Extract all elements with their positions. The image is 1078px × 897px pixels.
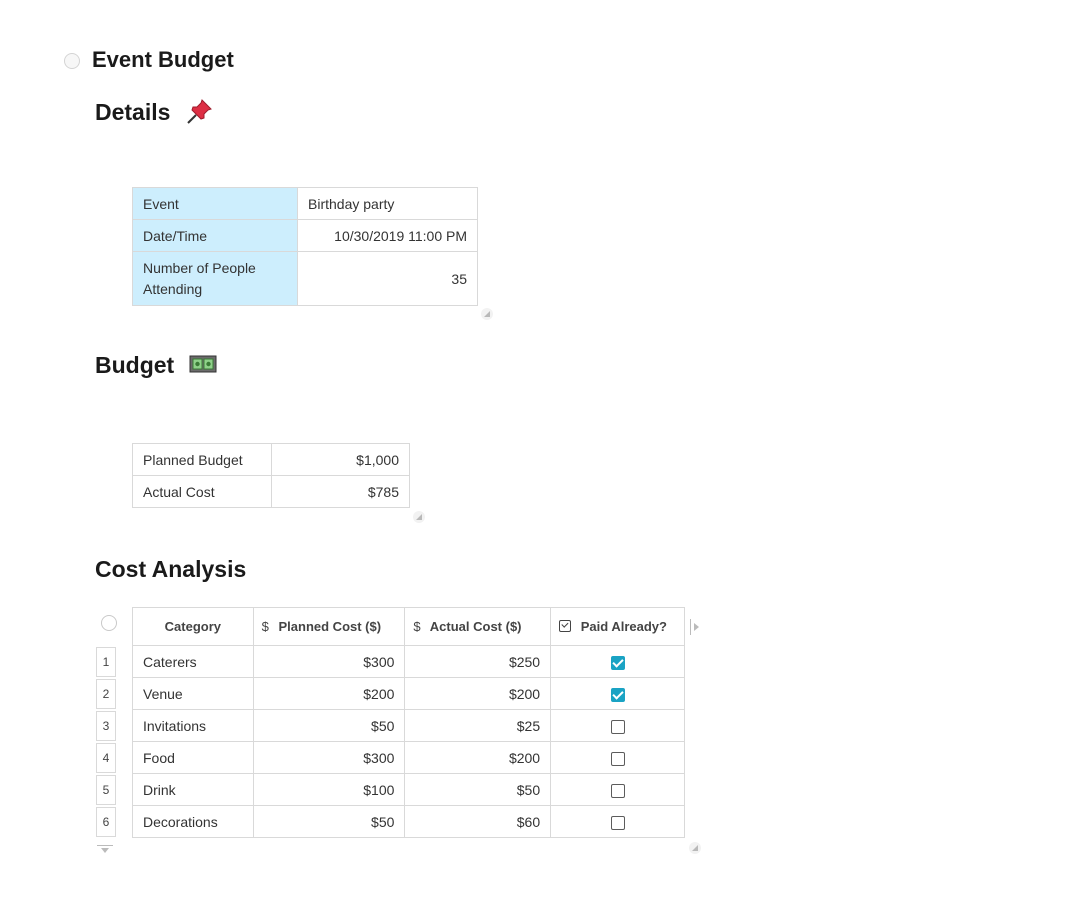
category-cell[interactable]: Decorations [132, 805, 254, 838]
budget-heading-text: Budget [95, 352, 175, 378]
table-header-row: Category $ Planned Cost ($) $ Actual Cos… [132, 607, 685, 646]
category-cell[interactable]: Venue [132, 677, 254, 710]
paid-cell [550, 709, 685, 742]
table-row: Food $300 $200 [132, 741, 685, 774]
table-select-circle[interactable] [101, 615, 117, 631]
details-label[interactable]: Number of People Attending [132, 251, 298, 306]
add-row-handle[interactable] [97, 845, 113, 857]
actual-cost-cell[interactable]: $200 [404, 677, 552, 710]
table-row: Drink $100 $50 [132, 773, 685, 806]
column-header-category[interactable]: Category [132, 607, 254, 646]
paid-checkbox-unchecked[interactable] [610, 719, 625, 734]
details-row: Date/Time 10/30/2019 11:00 PM [132, 219, 478, 252]
budget-resize-handle[interactable] [413, 511, 425, 523]
page-title: Event Budget [92, 47, 234, 72]
details-heading: Details [95, 96, 215, 132]
table-row: Decorations $50 $60 [132, 805, 685, 838]
column-header-actual[interactable]: $ Actual Cost ($) [404, 607, 552, 646]
checkbox-column-icon [559, 620, 572, 632]
row-number[interactable]: 2 [96, 679, 116, 709]
budget-label[interactable]: Actual Cost [132, 475, 272, 508]
budget-row: Planned Budget $1,000 [132, 443, 410, 476]
details-table: Event Birthday party Date/Time 10/30/2019 1… [132, 187, 478, 306]
actual-cost-cell[interactable]: $250 [404, 645, 552, 678]
row-number[interactable]: 4 [96, 743, 116, 773]
details-row: Event Birthday party [132, 187, 478, 220]
row-number[interactable]: 5 [96, 775, 116, 805]
column-header-paid[interactable]: Paid Already? [550, 607, 685, 646]
column-header-planned-label: Planned Cost ($) [278, 619, 382, 634]
category-cell[interactable]: Caterers [132, 645, 254, 678]
planned-cost-cell[interactable]: $200 [252, 677, 406, 710]
planned-cost-cell[interactable]: $100 [252, 773, 406, 806]
budget-row: Actual Cost $785 [132, 475, 410, 508]
currency-icon: $ [413, 619, 421, 634]
budget-value[interactable]: $1,000 [271, 443, 410, 476]
column-header-category-label: Category [164, 619, 221, 634]
details-heading-text: Details [95, 99, 171, 126]
paid-cell [550, 741, 685, 774]
row-number[interactable]: 6 [96, 807, 116, 837]
paid-cell [550, 805, 685, 838]
planned-cost-cell[interactable]: $300 [252, 645, 406, 678]
paid-checkbox-unchecked[interactable] [610, 783, 625, 798]
table-row: Venue $200 $200 [132, 677, 685, 710]
paid-cell [550, 773, 685, 806]
paid-checkbox-checked[interactable] [610, 655, 625, 670]
add-column-handle[interactable] [690, 619, 702, 635]
paid-cell [550, 645, 685, 678]
cost-table-resize-handle[interactable] [689, 842, 701, 854]
table-row: Invitations $50 $25 [132, 709, 685, 742]
paid-checkbox-checked[interactable] [610, 687, 625, 702]
cost-analysis-table: Category $ Planned Cost ($) $ Actual Cos… [132, 607, 685, 838]
row-number[interactable]: 1 [96, 647, 116, 677]
category-cell[interactable]: Invitations [132, 709, 254, 742]
budget-label[interactable]: Planned Budget [132, 443, 272, 476]
budget-value[interactable]: $785 [271, 475, 410, 508]
paid-checkbox-unchecked[interactable] [610, 751, 625, 766]
actual-cost-cell[interactable]: $50 [404, 773, 552, 806]
details-row: Number of People Attending 35 [132, 251, 478, 306]
column-header-planned[interactable]: $ Planned Cost ($) [252, 607, 406, 646]
details-label[interactable]: Event [132, 187, 298, 220]
cost-analysis-heading: Cost Analysis [95, 556, 247, 582]
planned-cost-cell[interactable]: $50 [252, 805, 406, 838]
details-value[interactable]: 10/30/2019 11:00 PM [297, 219, 478, 252]
details-resize-handle[interactable] [481, 308, 493, 320]
actual-cost-cell[interactable]: $60 [404, 805, 552, 838]
pushpin-icon [185, 96, 215, 132]
column-header-actual-label: Actual Cost ($) [429, 619, 522, 634]
paid-cell [550, 677, 685, 710]
budget-heading: Budget [95, 352, 217, 381]
actual-cost-cell[interactable]: $200 [404, 741, 552, 774]
details-value[interactable]: 35 [297, 251, 478, 306]
currency-icon: $ [261, 619, 269, 634]
dollar-banknote-icon [189, 353, 217, 381]
row-number[interactable]: 3 [96, 711, 116, 741]
doc-select-circle[interactable] [64, 53, 80, 69]
paid-checkbox-unchecked[interactable] [610, 815, 625, 830]
details-value[interactable]: Birthday party [297, 187, 478, 220]
row-number-column: 123456 [96, 647, 116, 839]
category-cell[interactable]: Food [132, 741, 254, 774]
table-row: Caterers $300 $250 [132, 645, 685, 678]
details-label[interactable]: Date/Time [132, 219, 298, 252]
planned-cost-cell[interactable]: $50 [252, 709, 406, 742]
category-cell[interactable]: Drink [132, 773, 254, 806]
budget-table: Planned Budget $1,000 Actual Cost $785 [132, 443, 410, 508]
planned-cost-cell[interactable]: $300 [252, 741, 406, 774]
column-header-paid-label: Paid Already? [580, 619, 667, 634]
actual-cost-cell[interactable]: $25 [404, 709, 552, 742]
